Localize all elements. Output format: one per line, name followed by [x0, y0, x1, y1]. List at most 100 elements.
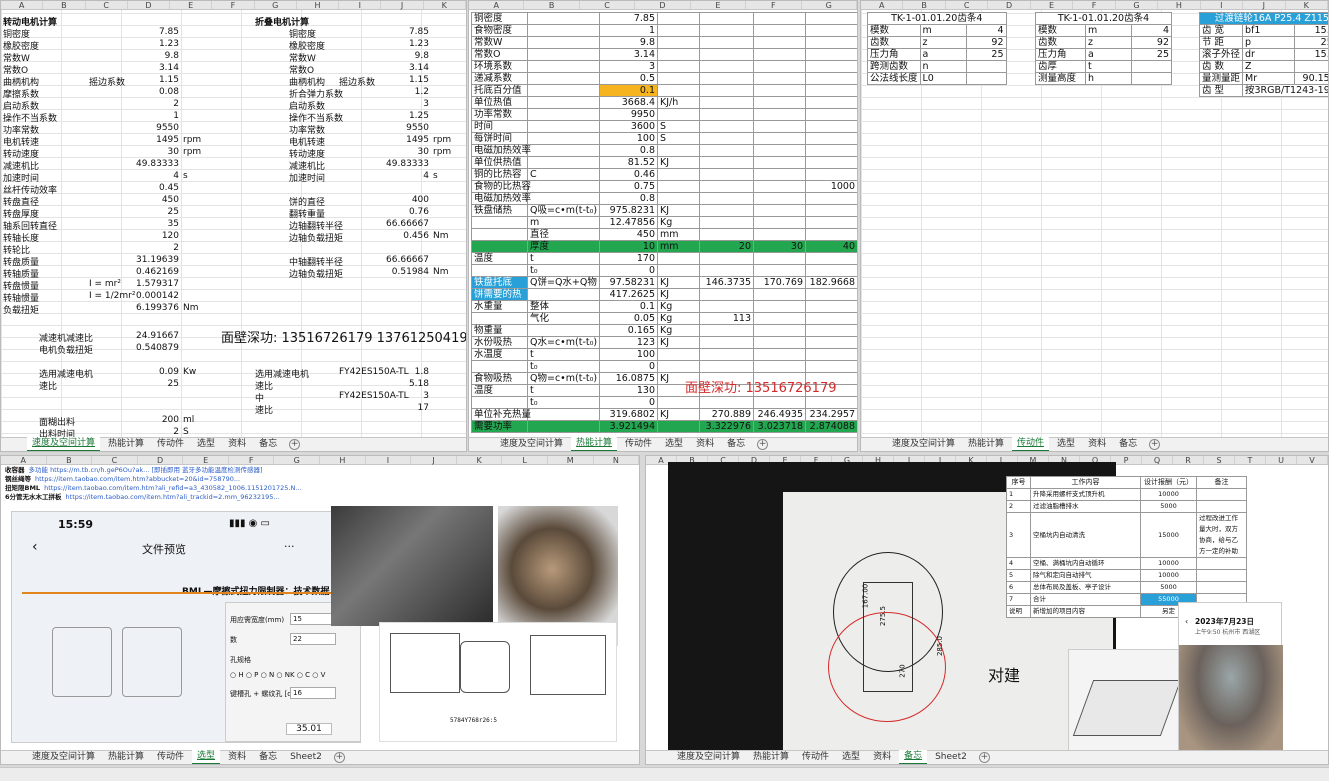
cell[interactable]: t: [527, 348, 600, 361]
cell[interactable]: 246.4935: [753, 408, 806, 421]
cell[interactable]: [699, 108, 754, 121]
cell[interactable]: [527, 24, 600, 37]
cell[interactable]: KJ: [657, 276, 700, 289]
sheet-tab[interactable]: 选型: [837, 751, 865, 764]
cell[interactable]: [657, 60, 700, 73]
cell[interactable]: m: [1085, 24, 1132, 37]
add-sheet-button[interactable]: +: [289, 439, 301, 450]
cell[interactable]: [805, 312, 857, 325]
cell[interactable]: 170: [599, 252, 658, 265]
cell[interactable]: 测量高度: [1035, 72, 1086, 85]
cell[interactable]: [699, 216, 754, 229]
cell[interactable]: [753, 216, 806, 229]
cell[interactable]: [805, 264, 857, 277]
cell[interactable]: KJ: [657, 408, 700, 421]
cell[interactable]: a: [919, 48, 967, 61]
cell[interactable]: [527, 48, 600, 61]
cell[interactable]: [657, 12, 700, 25]
cell[interactable]: 1: [1006, 488, 1031, 501]
link-url[interactable]: https://item.taobao.com/item.htm?ali_ref…: [44, 484, 301, 492]
sheet-tab[interactable]: 备忘: [254, 751, 282, 764]
cell[interactable]: Mr: [1242, 72, 1295, 85]
radio-option[interactable]: ○ NK: [276, 671, 296, 679]
cell[interactable]: 9950: [599, 108, 658, 121]
cell[interactable]: [1131, 60, 1172, 73]
cell[interactable]: 水重量: [471, 300, 528, 313]
cell[interactable]: 6: [1006, 581, 1031, 594]
cell[interactable]: [1131, 72, 1172, 85]
cell[interactable]: [699, 84, 754, 97]
cell[interactable]: 5000: [1140, 581, 1197, 594]
cell[interactable]: 除气和定向自动排气: [1030, 569, 1141, 582]
cell[interactable]: [753, 168, 806, 181]
cell[interactable]: 270.889: [699, 408, 754, 421]
sheet-tab[interactable]: 速度及空间计算: [495, 438, 568, 451]
cell[interactable]: n: [919, 60, 967, 73]
cell[interactable]: [699, 60, 754, 73]
cell[interactable]: t: [1085, 60, 1132, 73]
cell[interactable]: [471, 264, 528, 277]
cell[interactable]: 5000: [1140, 500, 1197, 513]
add-sheet-button[interactable]: +: [978, 752, 990, 763]
cell[interactable]: [805, 288, 857, 301]
cell[interactable]: 11: [1293, 60, 1328, 73]
cell[interactable]: 40: [805, 240, 857, 253]
cell[interactable]: [805, 324, 857, 337]
cell[interactable]: 需要功率: [471, 420, 528, 433]
spreadsheet-pane-selection[interactable]: ABCDEFGHIJKLMN 收容器 多功能 https://m.tb.cn/h.…: [0, 455, 640, 765]
sheet-tab[interactable]: 热能计算: [963, 438, 1009, 451]
sheet-tab[interactable]: 传动件: [152, 438, 189, 451]
cell[interactable]: 146.3735: [699, 276, 754, 289]
cell[interactable]: 空桶坑内自动清洗: [1030, 512, 1141, 558]
cell[interactable]: 3.921494: [599, 420, 658, 433]
cell[interactable]: 水份吸热: [471, 336, 528, 349]
cell[interactable]: 3.322976: [699, 420, 754, 433]
cell[interactable]: 整体: [527, 300, 600, 313]
cell[interactable]: 铜密度: [471, 12, 528, 25]
cell[interactable]: S: [657, 132, 700, 145]
cell[interactable]: [527, 144, 600, 157]
sheet-tab[interactable]: 选型: [660, 438, 688, 451]
cell[interactable]: [753, 72, 806, 85]
cell[interactable]: [1196, 569, 1247, 582]
sheet-tab[interactable]: 速度及空间计算: [887, 438, 960, 451]
cell[interactable]: 1000: [805, 180, 857, 193]
cell[interactable]: dr: [1242, 48, 1295, 61]
cell[interactable]: [471, 360, 528, 373]
cell[interactable]: [753, 36, 806, 49]
cell[interactable]: 0.8: [599, 192, 658, 205]
cell[interactable]: [699, 96, 754, 109]
sheet-tab[interactable]: Sheet2: [930, 751, 972, 764]
cell[interactable]: z: [919, 36, 967, 49]
cell[interactable]: 3600: [599, 120, 658, 133]
sheet-tab[interactable]: 备忘: [722, 438, 750, 451]
cell[interactable]: [657, 192, 700, 205]
cell[interactable]: 92: [1131, 36, 1172, 49]
cell[interactable]: 113: [699, 312, 754, 325]
cell[interactable]: [699, 324, 754, 337]
radio-option[interactable]: ○ V: [312, 671, 325, 679]
cell[interactable]: 齿 数: [1198, 60, 1244, 73]
cell[interactable]: m: [527, 216, 600, 229]
cell[interactable]: [805, 96, 857, 109]
cell[interactable]: [657, 180, 700, 193]
cell[interactable]: 齿数: [1035, 36, 1086, 49]
cell[interactable]: [527, 36, 600, 49]
cell[interactable]: [805, 48, 857, 61]
cell[interactable]: 25: [1131, 48, 1172, 61]
cell[interactable]: 过滤油脂槽排水: [1030, 500, 1141, 513]
cell[interactable]: [753, 12, 806, 25]
cell[interactable]: 电磁加热效率: [471, 192, 531, 205]
cell[interactable]: 升降采用螺杆支式顶升机: [1030, 488, 1141, 501]
cell[interactable]: [699, 144, 754, 157]
cell[interactable]: [805, 360, 857, 373]
cell[interactable]: [657, 396, 700, 409]
cell[interactable]: 0.46: [599, 168, 658, 181]
cell[interactable]: 饼需要的热: [471, 288, 528, 301]
cell[interactable]: mm: [657, 240, 700, 253]
cell[interactable]: Q吸=c•m(t-t₀): [527, 204, 600, 217]
cell[interactable]: [805, 156, 857, 169]
cell[interactable]: 铜的比热容: [471, 168, 528, 181]
cell[interactable]: 单位热值: [471, 96, 528, 109]
cell[interactable]: [805, 36, 857, 49]
